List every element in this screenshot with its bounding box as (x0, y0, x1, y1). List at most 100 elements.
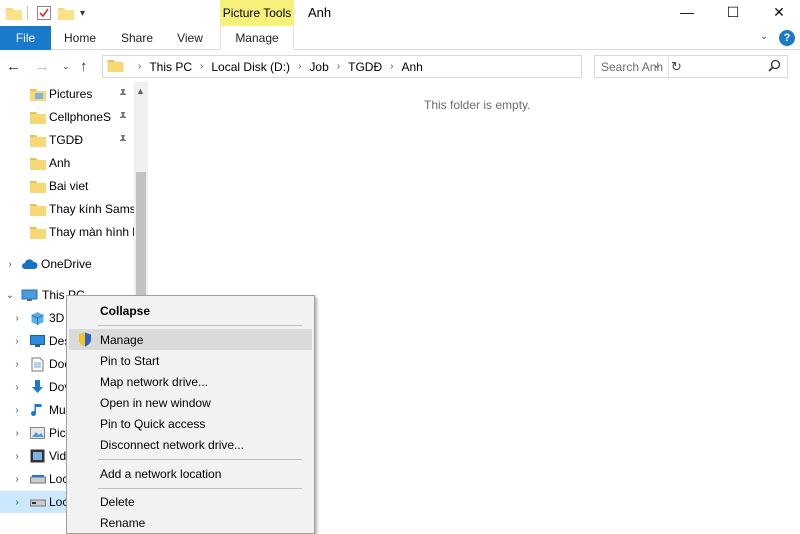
breadcrumb-separator[interactable]: › (200, 61, 203, 72)
menu-item-disconnect-network-drive[interactable]: Disconnect network drive... (69, 434, 312, 455)
chevron-right-icon[interactable]: › (12, 359, 22, 370)
sidebar-item-label: OneDrive (41, 257, 92, 271)
address-bar[interactable]: › This PC › Local Disk (D:) › Job › TGDĐ… (102, 55, 682, 78)
sidebar-item-label: Vid (49, 449, 67, 463)
desktop-icon (30, 335, 45, 347)
breadcrumb-separator: › (138, 61, 142, 72)
close-button[interactable]: ✕ (756, 0, 800, 24)
breadcrumb-separator[interactable]: › (390, 61, 393, 72)
chevron-down-icon[interactable]: ⌄ (5, 290, 15, 301)
quick-access-item[interactable]: Bai viet (0, 175, 134, 197)
drive-icon (30, 474, 46, 484)
menu-separator (98, 459, 302, 460)
forward-button[interactable]: → (35, 57, 50, 75)
menu-item-label: Pin to Start (100, 353, 160, 368)
customize-toolbar-dropdown-icon[interactable]: ▾ (80, 4, 85, 22)
chevron-right-icon[interactable]: › (12, 382, 22, 393)
pictures-folder-icon (30, 88, 46, 101)
chevron-right-icon[interactable]: › (12, 497, 22, 508)
search-box[interactable] (594, 55, 788, 78)
breadcrumb-local-disk[interactable]: Local Disk (D:) (211, 60, 290, 74)
tab-view[interactable]: View (166, 26, 214, 50)
expand-ribbon-icon[interactable]: ⌄ (760, 31, 768, 42)
breadcrumb-job[interactable]: Job (309, 60, 328, 74)
help-icon[interactable]: ? (779, 30, 795, 46)
menu-item-pin-to-start[interactable]: Pin to Start (69, 350, 312, 371)
context-menu: Collapse Manage Pin to Start Map network… (66, 295, 315, 534)
menu-item-manage[interactable]: Manage (69, 329, 312, 350)
sidebar-item-onedrive[interactable]: › OneDrive (0, 253, 134, 275)
quick-access-label: Thay kính Samsu (49, 202, 134, 216)
scroll-up-icon[interactable]: ▲ (136, 86, 145, 96)
quick-access-folder-icon[interactable] (6, 4, 22, 22)
chevron-right-icon[interactable]: › (12, 336, 22, 347)
documents-icon (31, 357, 44, 372)
chevron-right-icon[interactable]: › (12, 405, 22, 416)
menu-item-open-in-new-window[interactable]: Open in new window (69, 392, 312, 413)
address-toolbar: ← → ⌄ ↑ › This PC › Local Disk (D:) › Jo… (0, 51, 800, 81)
menu-item-label: Open in new window (100, 395, 211, 410)
window-title: Anh (308, 5, 332, 20)
3d-objects-icon (30, 311, 45, 326)
pin-icon[interactable] (118, 134, 128, 147)
chevron-right-icon[interactable]: › (5, 259, 15, 270)
sidebar-item-label: 3D (49, 311, 65, 325)
quick-access-item[interactable]: Anh (0, 152, 134, 174)
search-icon[interactable] (768, 59, 781, 75)
address-folder-icon (107, 59, 130, 75)
maximize-button[interactable]: ☐ (710, 0, 756, 24)
ribbon-tabs: File Home Share View Manage ⌄ ? (0, 26, 800, 50)
menu-item-add-network-location[interactable]: Add a network location (69, 463, 312, 484)
menu-item-label: Delete (100, 494, 135, 509)
chevron-right-icon[interactable]: › (12, 313, 22, 324)
breadcrumb-anh[interactable]: Anh (401, 60, 422, 74)
pin-icon[interactable] (118, 88, 128, 101)
menu-item-rename[interactable]: Rename (69, 512, 312, 533)
minimize-button[interactable]: — (664, 0, 710, 24)
breadcrumb-tgdd[interactable]: TGDĐ (348, 60, 382, 74)
chevron-right-icon[interactable]: › (12, 451, 22, 462)
up-button[interactable]: ↑ (80, 57, 88, 75)
new-folder-icon[interactable] (58, 4, 74, 22)
tab-manage[interactable]: Manage (220, 26, 294, 50)
tab-file[interactable]: File (0, 26, 51, 50)
quick-access-label: TGDĐ (49, 133, 83, 147)
onedrive-icon (21, 258, 38, 270)
folder-icon (30, 134, 46, 147)
back-button[interactable]: ← (6, 57, 21, 75)
search-input[interactable] (601, 59, 761, 74)
menu-item-map-network-drive[interactable]: Map network drive... (69, 371, 312, 392)
recent-locations-dropdown-icon[interactable]: ⌄ (62, 57, 70, 75)
pictures-icon (30, 427, 45, 439)
tab-share[interactable]: Share (110, 26, 164, 50)
quick-access-label: Thay màn hình k (49, 225, 134, 239)
title-bar: ▾ Picture Tools Anh — ☐ ✕ (0, 0, 800, 26)
chevron-right-icon[interactable]: › (12, 474, 22, 485)
folder-icon (30, 111, 46, 124)
menu-item-pin-to-quick-access[interactable]: Pin to Quick access (69, 413, 312, 434)
menu-item-delete[interactable]: Delete (69, 491, 312, 512)
picture-tools-tab-group: Picture Tools (220, 0, 294, 26)
menu-item-label: Manage (100, 332, 144, 347)
properties-icon[interactable] (36, 4, 52, 22)
menu-item-label: Map network drive... (100, 374, 209, 389)
chevron-right-icon[interactable]: › (12, 428, 22, 439)
uac-shield-icon (78, 332, 92, 350)
tab-home[interactable]: Home (54, 26, 106, 50)
toolbar-separator (27, 6, 28, 20)
quick-access-label: Bai viet (49, 179, 89, 193)
menu-item-label: Collapse (100, 303, 151, 318)
menu-item-collapse[interactable]: Collapse (69, 300, 312, 321)
quick-access-item[interactable]: Pictures (0, 83, 134, 105)
quick-access-item[interactable]: TGDĐ (0, 129, 134, 151)
breadcrumb-separator[interactable]: › (298, 61, 301, 72)
folder-icon (30, 226, 46, 239)
menu-item-label: Pin to Quick access (100, 416, 206, 431)
pin-icon[interactable] (118, 111, 128, 124)
quick-access-item[interactable]: Thay kính Samsu (0, 198, 134, 220)
breadcrumb-separator[interactable]: › (337, 61, 340, 72)
breadcrumb-this-pc[interactable]: This PC (149, 60, 192, 74)
quick-access-item[interactable]: Thay màn hình k (0, 221, 134, 243)
quick-access-item[interactable]: CellphoneS (0, 106, 134, 128)
quick-access-label: Pictures (49, 87, 93, 101)
